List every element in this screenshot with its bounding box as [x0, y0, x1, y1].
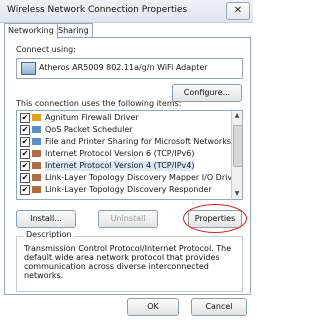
item-checkbox[interactable]: ✔	[20, 137, 30, 147]
item-checkbox[interactable]: ✔	[20, 161, 30, 171]
item-label: Link-Layer Topology Discovery Mapper I/O…	[45, 173, 241, 182]
tab-sharing[interactable]: Sharing	[54, 23, 93, 38]
close-icon: ✕	[233, 5, 243, 16]
network-component-icon	[32, 150, 41, 157]
item-label: Link-Layer Topology Discovery Responder	[45, 185, 212, 194]
connect-using-label: Connect using:	[16, 45, 76, 54]
description-title: Description	[24, 230, 74, 239]
list-scrollbar[interactable]: ▲ ▼	[231, 111, 242, 199]
network-component-icon	[32, 186, 41, 193]
item-label: Agnitum Firewall Driver	[45, 113, 139, 122]
item-label: Internet Protocol Version 4 (TCP/IPv4)	[45, 161, 195, 171]
items-label: This connection uses the following items…	[16, 99, 182, 108]
list-item-selected[interactable]: ✔ Internet Protocol Version 4 (TCP/IPv4)	[17, 161, 225, 171]
item-label: File and Printer Sharing for Microsoft N…	[45, 137, 231, 146]
network-component-icon	[32, 174, 41, 181]
list-item[interactable]: ✔ Internet Protocol Version 6 (TCP/IPv6)	[17, 149, 225, 159]
network-component-icon	[32, 138, 41, 145]
list-item[interactable]: ✔ QoS Packet Scheduler	[17, 125, 225, 135]
network-component-icon	[32, 114, 41, 121]
scroll-down-icon[interactable]: ▼	[232, 189, 242, 199]
configure-button[interactable]: Configure...	[172, 84, 242, 102]
list-item[interactable]: ✔ Link-Layer Topology Discovery Responde…	[17, 185, 225, 195]
network-component-icon	[32, 126, 41, 133]
ok-button[interactable]: OK	[127, 298, 179, 316]
item-label: Internet Protocol Version 6 (TCP/IPv6)	[45, 149, 195, 158]
tab-sharing-label: Sharing	[58, 26, 89, 35]
install-button[interactable]: Install...	[16, 210, 76, 228]
list-item[interactable]: ✔ File and Printer Sharing for Microsoft…	[17, 137, 231, 147]
adapter-field: Atheros AR5009 802.11a/g/n WiFi Adapter	[16, 58, 243, 79]
tab-networking[interactable]: Networking	[4, 23, 58, 39]
scroll-up-icon[interactable]: ▲	[232, 111, 242, 121]
item-checkbox[interactable]: ✔	[20, 113, 30, 123]
item-checkbox[interactable]: ✔	[20, 185, 30, 195]
item-label: QoS Packet Scheduler	[45, 125, 133, 134]
components-list[interactable]: ✔ Agnitum Firewall Driver ✔ QoS Packet S…	[16, 110, 243, 200]
item-checkbox[interactable]: ✔	[20, 149, 30, 159]
list-item[interactable]: ✔ Agnitum Firewall Driver	[17, 113, 225, 123]
network-component-icon	[32, 162, 41, 169]
item-checkbox[interactable]: ✔	[20, 173, 30, 183]
uninstall-button[interactable]: Uninstall	[98, 210, 158, 228]
close-button[interactable]: ✕	[226, 2, 250, 20]
adapter-name: Atheros AR5009 802.11a/g/n WiFi Adapter	[39, 63, 208, 72]
network-adapter-icon	[21, 62, 36, 75]
cancel-button[interactable]: Cancel	[191, 298, 247, 316]
list-item[interactable]: ✔ Link-Layer Topology Discovery Mapper I…	[17, 173, 240, 183]
annotation-circle	[183, 204, 247, 233]
tab-networking-label: Networking	[8, 26, 54, 35]
window-title: Wireless Network Connection Properties	[7, 5, 188, 15]
item-checkbox[interactable]: ✔	[20, 125, 30, 135]
scrollbar-thumb[interactable]	[233, 125, 242, 167]
title-bar: Wireless Network Connection Properties ✕	[0, 0, 253, 23]
description-text: Transmission Control Protocol/Internet P…	[24, 244, 232, 280]
